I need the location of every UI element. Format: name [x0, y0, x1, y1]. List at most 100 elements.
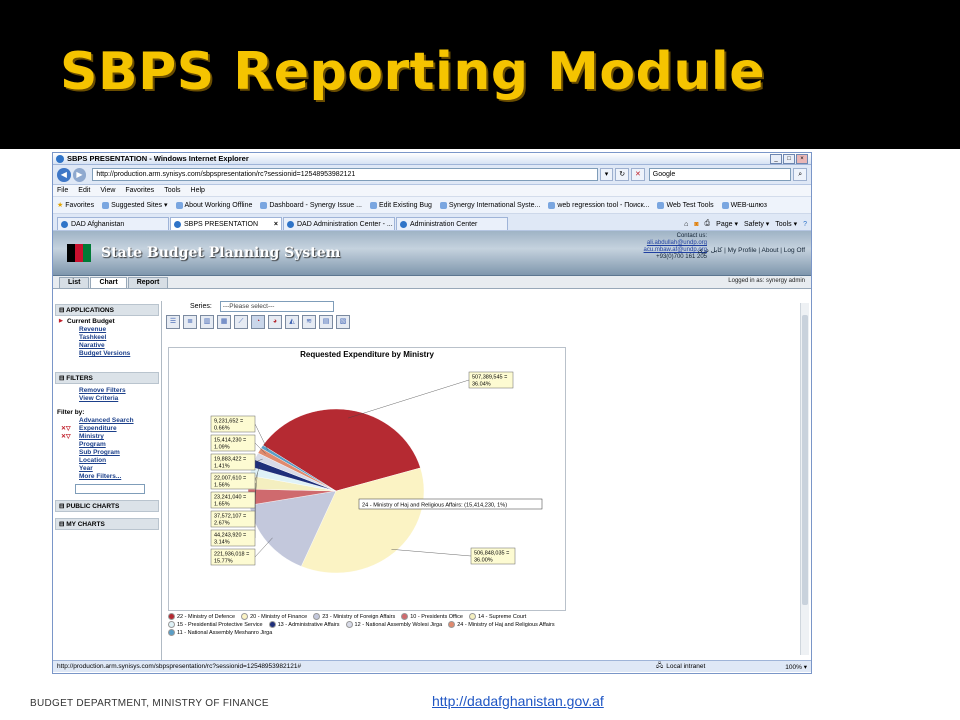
pie-chart-icon[interactable]: ◔ [251, 315, 265, 329]
pie-3d-chart-icon[interactable]: ◕ [268, 315, 282, 329]
view-criteria-link[interactable]: View Criteria [53, 395, 161, 403]
callout-text: 1.56% [214, 483, 230, 489]
callout-text: 36.00% [474, 558, 493, 564]
tab-dad-admin-center[interactable]: DAD Administration Center - ... [283, 217, 395, 230]
remove-filters-link[interactable]: Remove Filters [53, 387, 161, 395]
sidebar-item-narative[interactable]: Narative [53, 342, 161, 350]
tab-report[interactable]: Report [127, 277, 169, 288]
filter-search-input[interactable] [75, 484, 145, 494]
fav-synergy[interactable]: Synergy International Syste... [440, 202, 540, 209]
page-menu[interactable]: Page ▾ [716, 220, 738, 228]
vertical-scrollbar[interactable] [800, 303, 809, 655]
applications-header[interactable]: APPLICATIONS [55, 304, 159, 316]
back-button[interactable]: ◀ [57, 167, 71, 182]
minimize-button[interactable]: _ [770, 153, 782, 164]
fav-dashboard[interactable]: Dashboard - Synergy Issue ... [260, 202, 362, 209]
sidebar: APPLICATIONS Current Budget Revenue Tash… [53, 301, 162, 660]
callout-text: 9,231,652 = [214, 419, 243, 425]
filters-header[interactable]: FILTERS [55, 372, 159, 384]
callout-text: 221,936,018 = [214, 552, 249, 558]
hbar-chart-icon[interactable]: ☰ [166, 315, 180, 329]
public-charts-header[interactable]: PUBLIC CHARTS [55, 500, 159, 512]
remove-filter-icon[interactable]: ✕▽ [61, 425, 71, 432]
print-icon[interactable]: ⎙ [705, 220, 711, 228]
home-icon[interactable]: ⌂ [684, 221, 688, 228]
fav-edit-bug[interactable]: Edit Existing Bug [370, 202, 432, 209]
favorites-star-icon[interactable]: ★ [57, 201, 63, 209]
series-row: Series: ---Please select--- [172, 301, 334, 312]
filter-location[interactable]: Location [53, 457, 161, 465]
series-select[interactable]: ---Please select--- [219, 301, 334, 312]
favorites-button[interactable]: Favorites [65, 202, 94, 209]
bar-chart-icon[interactable]: ▥ [200, 315, 214, 329]
current-budget-item[interactable]: Current Budget [53, 317, 161, 326]
menu-tools[interactable]: Tools [164, 187, 180, 194]
my-charts-header[interactable]: MY CHARTS [55, 518, 159, 530]
filter-year[interactable]: Year [53, 465, 161, 473]
sidebar-item-revenue[interactable]: Revenue [53, 326, 161, 334]
callout-text: 0.66% [214, 426, 230, 432]
tab-dad-afghanistan[interactable]: DAD Afghanistan [57, 217, 169, 230]
address-dropdown-icon[interactable]: ▾ [599, 168, 614, 181]
callout-line [348, 379, 470, 419]
menu-edit[interactable]: Edit [78, 187, 90, 194]
sidebar-item-tashkeel[interactable]: Tashkeel [53, 334, 161, 342]
tab-admin-center[interactable]: Administration Center [396, 217, 508, 230]
tooltip-text: 24 - Ministry of Haj and Religious Affai… [362, 503, 507, 509]
slide-website-link[interactable]: http://dadafghanistan.gov.af [432, 693, 604, 709]
stacked-hbar-chart-icon[interactable]: ≣ [183, 315, 197, 329]
fav-suggested-sites[interactable]: Suggested Sites ▾ [102, 201, 167, 209]
menu-view[interactable]: View [100, 187, 115, 194]
fav-regression-tool[interactable]: web regression tool - Поиск... [548, 202, 649, 209]
multi-bar-icon[interactable]: ▧ [336, 315, 350, 329]
feeds-icon[interactable]: ◙ [694, 221, 698, 228]
filter-program[interactable]: Program [53, 441, 161, 449]
close-window-button[interactable]: × [796, 153, 808, 164]
callout-text: 1.65% [214, 502, 230, 508]
stop-icon[interactable]: ✕ [631, 168, 645, 181]
callout-text: 2.67% [214, 521, 230, 527]
grouped-bar-icon[interactable]: ▤ [319, 315, 333, 329]
legend-swatch-icon [168, 629, 175, 637]
value-callout: 15,414,230 =1.09% [210, 434, 266, 454]
fav-web-test-tools[interactable]: Web Test Tools [657, 202, 713, 209]
zoom-level[interactable]: 100% ▾ [785, 663, 807, 671]
callout-text: 15.77% [214, 559, 233, 565]
refresh-icon[interactable]: ↻ [615, 168, 630, 181]
callout-text: 44,243,920 = [214, 533, 246, 539]
area-chart-icon[interactable]: ◭ [285, 315, 299, 329]
filter-sub-program[interactable]: Sub Program [53, 449, 161, 457]
menu-help[interactable]: Help [191, 187, 205, 194]
sidebar-item-budget-versions[interactable]: Budget Versions [53, 350, 161, 358]
safety-menu[interactable]: Safety ▾ [744, 220, 769, 228]
tab-sbps-presentation[interactable]: SBPS PRESENTATION × [170, 217, 282, 230]
browser-status-bar: http://production.arm.synisys.com/sbpspr… [53, 660, 811, 672]
menu-file[interactable]: File [57, 187, 68, 194]
forward-button[interactable]: ▶ [72, 167, 87, 182]
fav-about-offline[interactable]: About Working Offline [176, 202, 253, 209]
help-icon[interactable]: ? [803, 221, 807, 228]
browser-tabs: DAD Afghanistan SBPS PRESENTATION × DAD A… [53, 214, 811, 231]
tab-chart[interactable]: Chart [90, 277, 127, 288]
tab-list[interactable]: List [59, 277, 90, 288]
banner-links[interactable]: کابل دری | My Profile | About | Log Off [698, 246, 805, 254]
legend-label: 15 - Presidential Protective Service [177, 622, 263, 628]
search-icon[interactable]: ⌕ [793, 168, 808, 181]
menu-favorites[interactable]: Favorites [125, 187, 154, 194]
advanced-search-link[interactable]: Advanced Search [53, 417, 161, 425]
line-chart-icon[interactable]: ⟋ [234, 315, 248, 329]
callout-text: 1.41% [214, 464, 230, 470]
tools-menu[interactable]: Tools ▾ [775, 220, 797, 228]
close-tab-icon[interactable]: × [274, 221, 278, 228]
stacked-area-icon[interactable]: ≋ [302, 315, 316, 329]
system-title: State Budget Planning System [101, 245, 341, 261]
address-input[interactable]: http://production.arm.synisys.com/sbpspr… [92, 168, 598, 181]
scrollbar-thumb[interactable] [802, 315, 808, 605]
slice-tooltip: 24 - Ministry of Haj and Religious Affai… [358, 498, 543, 510]
remove-filter-icon[interactable]: ✕▽ [61, 433, 71, 440]
search-input[interactable]: Google [648, 168, 792, 181]
maximize-button[interactable]: □ [783, 153, 795, 164]
fav-web-gateway[interactable]: WEB-шлюз [722, 202, 767, 209]
column-chart-icon[interactable]: ▦ [217, 315, 231, 329]
more-filters-link[interactable]: More Filters... [53, 473, 161, 481]
